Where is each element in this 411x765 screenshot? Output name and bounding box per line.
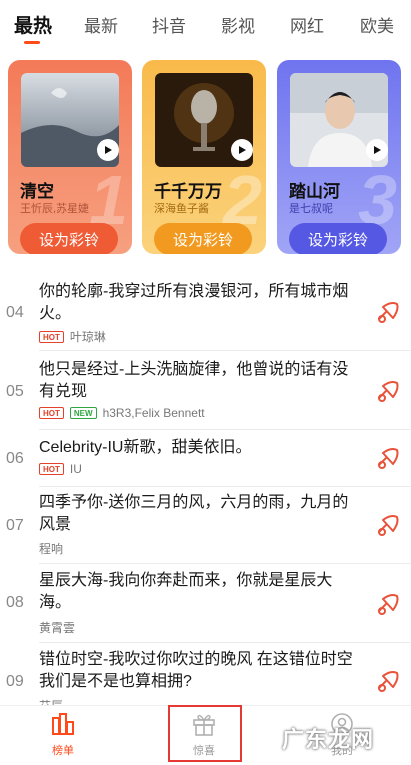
song-artist: 叶琼琳 xyxy=(69,330,106,344)
ringtone-icon[interactable] xyxy=(374,298,402,326)
song-title: 星辰大海-我向你奔赴而来，你就是星辰大海。 xyxy=(39,572,333,611)
set-ringtone-button[interactable]: 设为彩铃 xyxy=(154,223,252,254)
song-row[interactable]: 06 Celebrity-IU新歌，甜美依旧。 HOT IU xyxy=(0,430,411,486)
ringtone-icon[interactable] xyxy=(374,667,402,695)
song-title: 千千万万 xyxy=(154,182,222,201)
song-row[interactable]: 08 星辰大海-我向你奔赴而来，你就是星辰大海。 黄霄雲 xyxy=(0,564,411,642)
nav-label: 榜单 xyxy=(52,745,74,757)
tab-influencer[interactable]: 网红 xyxy=(290,12,324,37)
top-song-card-3[interactable]: 3 踏山河 是七叔呢 设为彩铃 xyxy=(277,60,401,254)
play-icon xyxy=(239,146,246,154)
play-icon xyxy=(105,146,112,154)
song-artist: IU xyxy=(69,462,82,476)
hot-badge: HOT xyxy=(39,463,64,475)
song-row[interactable]: 07 四季予你-送你三月的风，六月的雨，九月的风景 程响 xyxy=(0,487,411,563)
song-meta: HOT NEW h3R3,Felix Bennett xyxy=(39,406,205,420)
top-song-card-1[interactable]: 1 清空 王忻辰,苏星婕 设为彩铃 xyxy=(8,60,132,254)
highlight-box xyxy=(168,705,242,762)
song-title: 四季予你-送你三月的风，六月的雨，九月的风景 xyxy=(39,494,349,533)
ringtone-icon[interactable] xyxy=(374,511,402,539)
play-button[interactable] xyxy=(366,139,388,161)
song-title: 清空 xyxy=(20,182,54,201)
song-row[interactable]: 04 你的轮廓-我穿过所有浪漫银河，所有城市烟火。 HOT 叶琼琳 xyxy=(0,270,411,350)
song-title: 错位时空-我吹过你吹过的晚风 在这错位时空我们是不是也算相拥? xyxy=(39,651,353,690)
song-artist: 艾辰 xyxy=(39,697,63,705)
hot-badge: HOT xyxy=(39,330,64,343)
nav-charts[interactable]: 榜单 xyxy=(33,712,93,758)
song-artist: 深海鱼子酱 xyxy=(154,203,209,215)
tab-film-tv[interactable]: 影视 xyxy=(221,12,255,37)
tab-hottest[interactable]: 最热 xyxy=(14,11,52,38)
song-title: 踏山河 xyxy=(289,182,340,201)
song-meta: HOT 叶琼琳 xyxy=(39,328,106,345)
song-artist: 是七叔呢 xyxy=(289,203,333,215)
ringtone-icon[interactable] xyxy=(374,377,402,405)
song-title: 他只是经过-上头洗脑旋律，他曾说的话有没有兑现 xyxy=(39,361,349,400)
song-rank: 04 xyxy=(6,304,24,321)
song-title: Celebrity-IU新歌，甜美依旧。 xyxy=(39,439,252,456)
song-artist: 程响 xyxy=(39,542,64,556)
song-title: 你的轮廓-我穿过所有浪漫银河，所有城市烟火。 xyxy=(39,283,349,322)
top-song-card-2[interactable]: 2 千千万万 深海鱼子酱 设为彩铃 xyxy=(142,60,266,254)
play-icon xyxy=(374,146,381,154)
set-ringtone-button[interactable]: 设为彩铃 xyxy=(20,223,118,254)
ringtone-icon[interactable] xyxy=(374,444,402,472)
play-button[interactable] xyxy=(97,139,119,161)
song-rank: 09 xyxy=(6,673,24,690)
new-badge: NEW xyxy=(69,407,97,419)
tab-douyin[interactable]: 抖音 xyxy=(152,12,186,37)
song-artist: h3R3,Felix Bennett xyxy=(102,406,205,420)
category-tabs: 最热 最新 抖音 影视 网红 欧美 xyxy=(0,0,411,52)
song-meta: HOT IU xyxy=(39,462,82,476)
tab-newest[interactable]: 最新 xyxy=(84,12,118,37)
tab-western[interactable]: 欧美 xyxy=(360,12,394,37)
song-rank: 05 xyxy=(6,383,24,400)
song-rank: 07 xyxy=(6,517,24,534)
song-meta: 程响 xyxy=(39,540,63,557)
ringtone-icon[interactable] xyxy=(374,590,402,618)
song-artist: 黄霄雲 xyxy=(39,621,76,635)
song-meta: 艾辰 xyxy=(39,697,63,705)
song-rank: 06 xyxy=(6,450,24,467)
song-meta: 黄霄雲 xyxy=(39,619,75,636)
play-button[interactable] xyxy=(231,139,253,161)
song-row[interactable]: 05 他只是经过-上头洗脑旋律，他曾说的话有没有兑现 HOT NEW h3R3,… xyxy=(0,351,411,429)
song-rank: 08 xyxy=(6,594,24,611)
chart-list-icon xyxy=(52,713,74,735)
song-row[interactable]: 09 错位时空-我吹过你吹过的晚风 在这错位时空我们是不是也算相拥? 艾辰 xyxy=(0,643,411,705)
set-ringtone-button[interactable]: 设为彩铃 xyxy=(289,223,387,254)
watermark: 广东龙网 xyxy=(282,727,375,752)
song-artist: 王忻辰,苏星婕 xyxy=(20,203,90,215)
hot-badge: HOT xyxy=(39,407,64,419)
active-tab-indicator xyxy=(24,41,40,44)
